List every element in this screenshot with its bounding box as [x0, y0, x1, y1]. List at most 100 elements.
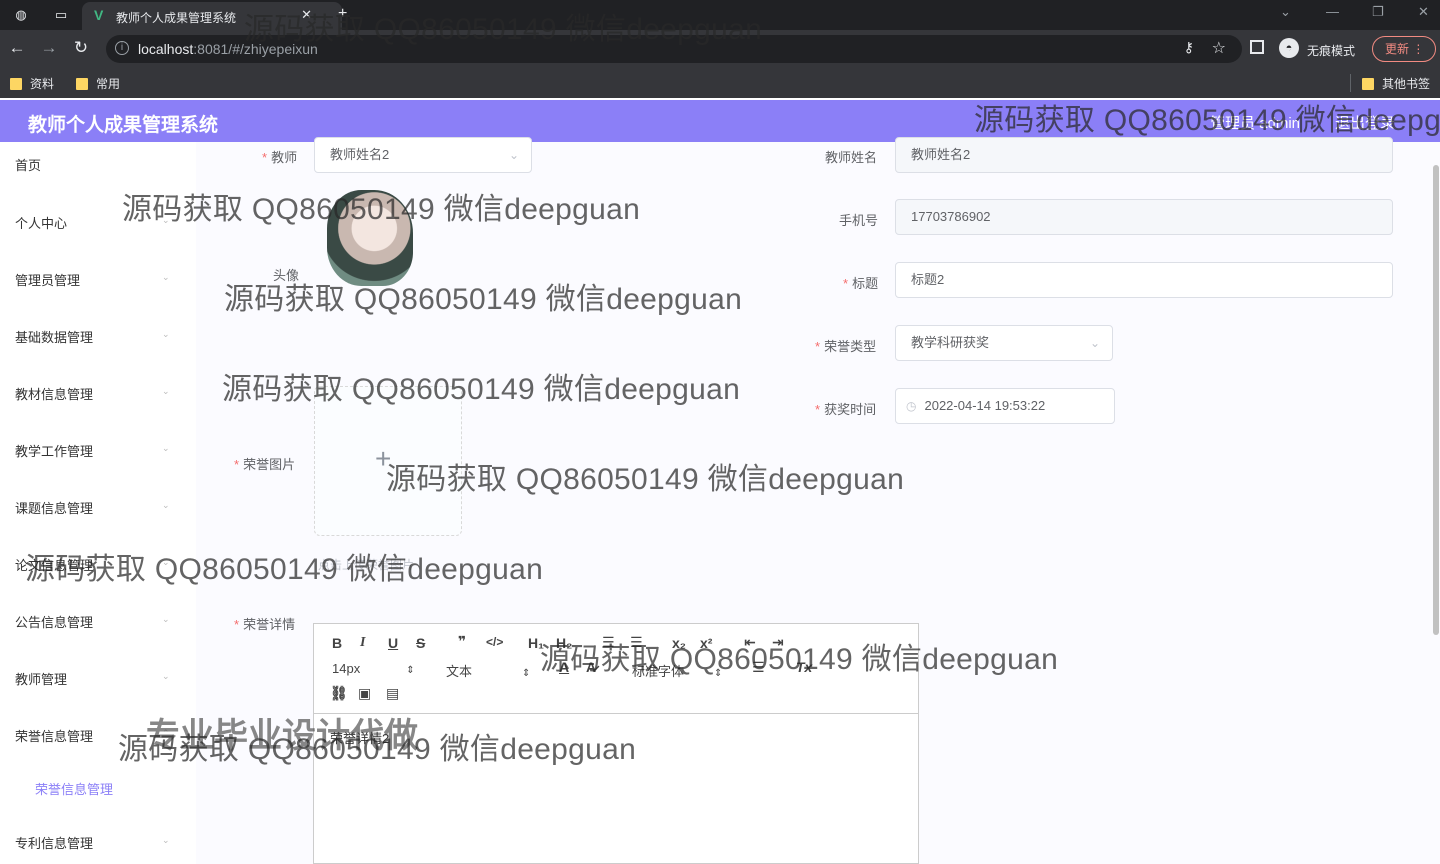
- clean-format-icon[interactable]: Tx: [796, 659, 812, 675]
- folder-icon: [10, 78, 22, 90]
- update-button[interactable]: 更新 ⋮: [1372, 36, 1436, 62]
- other-bookmarks-label: 其他书签: [1382, 77, 1431, 91]
- sidebar-item-paper[interactable]: 论文信息管理: [15, 555, 93, 574]
- chevron-down-icon: ⌄: [508, 148, 519, 162]
- superscript-icon[interactable]: x²: [700, 635, 712, 651]
- bookmark-label: 资料: [30, 77, 55, 91]
- align-icon[interactable]: ☰: [752, 659, 765, 676]
- honor-type-label-text: 荣誉类型: [824, 339, 877, 354]
- key-icon[interactable]: ⚷: [1184, 39, 1194, 56]
- image-icon[interactable]: ▣: [358, 685, 371, 702]
- sidebar-item-honor[interactable]: 荣誉信息管理: [15, 726, 93, 745]
- upload-tip: 点击上传荣誉图片: [318, 558, 415, 572]
- bullet-list-icon[interactable]: ☰: [630, 634, 643, 651]
- code-block-icon[interactable]: </>: [486, 635, 503, 649]
- restore-icon[interactable]: ❐: [1372, 4, 1384, 20]
- bookmark-label: 常用: [96, 77, 121, 91]
- blockquote-icon[interactable]: ❞: [458, 633, 466, 650]
- bookmark-folder-ziliao[interactable]: 资料: [10, 75, 54, 92]
- outdent-icon[interactable]: ⇤: [744, 634, 756, 651]
- url-host: localhost: [138, 41, 194, 57]
- title-label-text: 标题: [852, 276, 879, 291]
- tab-close-icon[interactable]: ✕: [301, 7, 312, 23]
- app-header: 教师个人成果管理系统 管理员 admin 退出登录: [0, 100, 1440, 142]
- tab-list-icon[interactable]: ⌄: [1280, 4, 1291, 20]
- link-icon[interactable]: ⛓: [330, 685, 348, 702]
- logout-link[interactable]: 退出登录: [1335, 112, 1395, 133]
- forward-icon[interactable]: →: [38, 38, 60, 58]
- video-icon[interactable]: ▤: [386, 685, 399, 702]
- subscript-icon[interactable]: x₂: [672, 635, 686, 651]
- omnibox[interactable]: i localhost:8081/#/zhiyepeixun ⚷ ☆: [106, 35, 1242, 63]
- bold-icon[interactable]: B: [332, 635, 342, 651]
- sidebar-item-teaching-work[interactable]: 教学工作管理: [15, 441, 93, 460]
- phone-input[interactable]: 17703786902: [895, 199, 1393, 235]
- strike-icon[interactable]: S: [416, 635, 425, 651]
- font-family-select[interactable]: 标准字体 ⇕: [632, 661, 722, 680]
- honor-image-uploader[interactable]: +: [314, 386, 462, 536]
- teacher-select[interactable]: 教师姓名2 ⌄: [314, 137, 532, 173]
- new-tab-icon[interactable]: +: [338, 5, 347, 23]
- teacher-name-input[interactable]: 教师姓名2: [895, 137, 1393, 173]
- bookmark-folder-changyong[interactable]: 常用: [76, 75, 120, 92]
- honor-detail-label: * 荣誉详情: [234, 617, 296, 632]
- honor-type-select[interactable]: 教学科研获奖 ⌄: [895, 325, 1113, 361]
- indent-icon[interactable]: ⇥: [772, 634, 784, 651]
- chevron-down-icon: ⌄: [162, 215, 170, 225]
- font-size-select[interactable]: 14px ⇕: [332, 661, 415, 676]
- sidebar-item-teacher[interactable]: 教师管理: [15, 669, 67, 688]
- award-time-picker[interactable]: ◷ 2022-04-14 19:53:22: [895, 388, 1115, 424]
- incognito-icon[interactable]: ◓: [1279, 38, 1299, 58]
- reload-icon[interactable]: ↻: [70, 38, 92, 58]
- browser-tab[interactable]: V 教师个人成果管理系统 ✕: [82, 2, 342, 30]
- side-panel-icon[interactable]: [1250, 40, 1264, 54]
- sidebar-item-patent[interactable]: 专利信息管理: [15, 833, 93, 852]
- header1-icon[interactable]: H₁: [528, 635, 544, 651]
- browser-address-bar: ← → ↻ i localhost:8081/#/zhiyepeixun ⚷ ☆: [0, 30, 1440, 68]
- background-color-icon[interactable]: A̷: [586, 659, 596, 675]
- site-info-icon[interactable]: i: [115, 41, 129, 55]
- font-color-icon[interactable]: A: [559, 659, 569, 675]
- sidebar-item-project[interactable]: 课题信息管理: [15, 498, 93, 517]
- sidebar-item-basic-data[interactable]: 基础数据管理: [15, 327, 93, 346]
- bookmarks-bar: 资料 常用 其他书签: [0, 68, 1440, 98]
- tab-search-icon[interactable]: ▭: [52, 6, 70, 24]
- other-bookmarks[interactable]: 其他书签: [1362, 75, 1430, 92]
- chevron-down-icon: ⌄: [162, 500, 170, 510]
- sidebar-item-home[interactable]: 首页: [15, 155, 41, 174]
- browser-globe-icon[interactable]: ◍: [12, 6, 30, 24]
- sidebar-item-notice[interactable]: 公告信息管理: [15, 612, 93, 631]
- avatar-label: 头像: [273, 268, 300, 283]
- sidebar-item-personal-center[interactable]: 个人中心: [15, 213, 67, 232]
- star-icon[interactable]: ☆: [1212, 38, 1226, 58]
- vue-logo-icon: V: [94, 7, 104, 23]
- underline-icon[interactable]: U: [388, 635, 398, 651]
- honor-image-label-text: 荣誉图片: [243, 457, 296, 472]
- editor-toolbar: B I U S ❞ </> H₁ H₂ ☰ ☰ x₂ x² ⇤ ⇥ 14px ⇕ …: [314, 624, 918, 714]
- ordered-list-icon[interactable]: ☰: [602, 634, 615, 651]
- italic-icon[interactable]: I: [360, 635, 365, 651]
- honor-detail-label-text: 荣誉详情: [243, 617, 296, 632]
- avatar[interactable]: [327, 190, 413, 286]
- plus-icon: +: [375, 443, 392, 474]
- url-path: :8081/#/zhiyepeixun: [193, 41, 318, 57]
- chevron-down-icon: ⌄: [1089, 336, 1100, 350]
- paragraph-select[interactable]: 文本 ⇕: [446, 661, 530, 680]
- sidebar-item-admin-management[interactable]: 管理员管理: [15, 270, 80, 289]
- window-close-icon[interactable]: ✕: [1418, 4, 1429, 20]
- chevron-up-icon: ⌃: [162, 728, 170, 738]
- sidebar-subitem-honor[interactable]: 荣誉信息管理: [35, 779, 113, 798]
- back-icon[interactable]: ←: [6, 38, 28, 58]
- admin-label: 管理员 admin: [1210, 115, 1301, 132]
- honor-type-label: * 荣誉类型: [815, 339, 877, 354]
- editor-content[interactable]: 荣誉详情2: [330, 728, 389, 747]
- minimize-icon[interactable]: —: [1326, 4, 1339, 19]
- title-input[interactable]: 标题2: [895, 262, 1393, 298]
- folder-icon: [1362, 78, 1374, 90]
- sidebar-item-textbook[interactable]: 教材信息管理: [15, 384, 93, 403]
- header2-icon[interactable]: H₂: [556, 635, 572, 651]
- font-size-value: 14px: [332, 661, 361, 676]
- incognito-label: 无痕模式: [1307, 44, 1356, 58]
- scrollbar[interactable]: [1433, 165, 1439, 635]
- url-text[interactable]: localhost:8081/#/zhiyepeixun: [138, 41, 318, 57]
